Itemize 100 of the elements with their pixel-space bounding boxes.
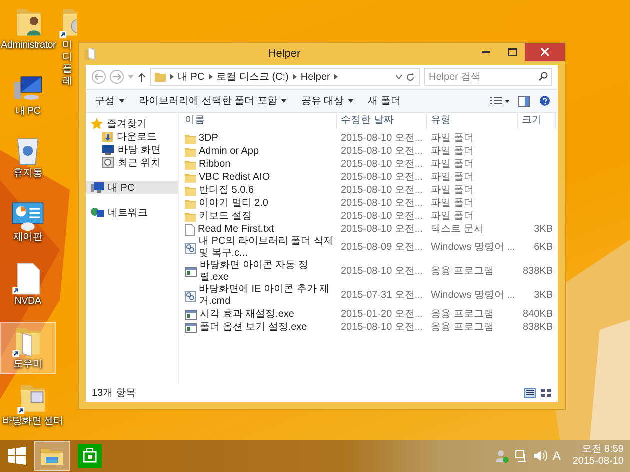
close-button[interactable] [525, 43, 565, 61]
file-name[interactable]: Ribbon [199, 158, 231, 170]
folder-icon [185, 198, 196, 208]
program-window-icon [185, 310, 197, 320]
program-window-icon [185, 267, 197, 277]
file-name[interactable]: 키보드 설정 [199, 210, 252, 222]
column-header[interactable]: 유형 [427, 113, 518, 129]
address-bar[interactable]: 내 PC 로컬 디스크 (C:) Helper [150, 68, 420, 86]
desktop-shortcut[interactable]: NVDA [0, 260, 56, 310]
folder-icon [155, 72, 166, 82]
date-cell-text: 2015-08-10 오전... [340, 210, 424, 222]
date-cell-text: 2015-08-10 오전... [340, 172, 424, 184]
nav-item[interactable]: 최근 위치 [86, 156, 178, 169]
toolbar-button[interactable]: 구성 [88, 91, 132, 111]
nav-item[interactable]: 즐겨찾기 [86, 117, 178, 130]
type-cell-text: 응용 프로그램 [430, 266, 495, 278]
file-name[interactable]: Read Me First.txt [198, 224, 274, 236]
caret-icon[interactable] [396, 75, 402, 79]
search-icon [539, 72, 548, 81]
nav-item[interactable]: 네트워크 [86, 206, 178, 219]
desktop-shortcut[interactable]: 제어판 [0, 196, 56, 246]
type-cell-text: 파일 폴더 [430, 158, 475, 170]
toolbar-button[interactable]: 새 폴더 [361, 91, 408, 111]
details-view-icon[interactable] [524, 388, 536, 398]
gears-document-icon [185, 290, 196, 302]
date-cell-text: 2015-08-10 오전... [340, 224, 424, 236]
size-cell-text: 840KB [522, 308, 554, 320]
chevron-icon [292, 74, 297, 80]
column-header[interactable]: 수정한 날짜 [337, 113, 427, 129]
folder-icon [41, 447, 63, 465]
window-title: Helper [267, 48, 302, 60]
file-name[interactable]: 시각 효과 재설정.exe [200, 308, 294, 320]
back-arrow-icon [95, 74, 103, 80]
caret-icon [348, 99, 354, 103]
minimize-icon [482, 51, 490, 53]
file-name[interactable]: 폴더 옵션 보기 설정.exe [200, 322, 308, 334]
help-icon[interactable] [540, 96, 550, 106]
download-folder-icon [102, 131, 113, 142]
file-name[interactable]: Admin or App [199, 146, 260, 158]
breadcrumb[interactable]: 로컬 디스크 (C:) [216, 70, 289, 84]
program-window-icon [185, 322, 197, 332]
nav-item[interactable]: 내 PC [86, 181, 178, 194]
date-cell-text: 2015-08-10 오전... [340, 266, 424, 278]
date-cell-text: 2015-01-20 오전... [340, 308, 424, 320]
chevron-icon [208, 74, 213, 80]
date-cell-text: 2015-08-10 오전... [340, 132, 424, 144]
recent-places-icon [102, 157, 114, 168]
folder-icon [185, 212, 196, 222]
refresh-icon[interactable] [406, 72, 415, 82]
type-cell-text: 응용 프로그램 [430, 308, 495, 320]
folder-icon [85, 48, 96, 60]
file-name[interactable]: 반디집 5.0.6 [199, 184, 254, 196]
file-name[interactable]: 3DP [199, 132, 218, 144]
large-icons-view-icon[interactable] [540, 388, 552, 398]
search-field[interactable]: Helper 검색 [424, 68, 552, 86]
maximize-icon [508, 48, 516, 56]
file-name[interactable]: 바탕화면 아이콘 자동 정렬.exe [200, 260, 337, 284]
network-icon [91, 207, 104, 218]
caret-icon [281, 99, 288, 103]
breadcrumb[interactable]: Helper [300, 72, 330, 82]
file-name[interactable]: 바탕화면에 IE 아이콘 추가 제거.cmd [199, 284, 337, 308]
size-cell-text: 3KB [533, 224, 554, 236]
toolbar-button[interactable]: 공유 대상 [294, 91, 362, 111]
type-cell-text: 파일 폴더 [430, 184, 475, 196]
date-cell-text: 2015-08-10 오전... [340, 184, 424, 196]
type-cell-text: Windows 명령어 ... [430, 290, 516, 302]
clock-time: 오전 8:59 [582, 444, 624, 456]
size-cell-text: 838KB [522, 266, 554, 278]
folder-icon [185, 160, 196, 170]
chevron-icon [334, 74, 338, 80]
view-options-icon[interactable] [490, 97, 510, 105]
nav-item[interactable]: 다운로드 [86, 130, 178, 143]
date-cell-text: 2015-08-10 오전... [340, 146, 424, 158]
date-cell-text: 2015-08-10 오전... [340, 322, 424, 334]
size-cell-text: 838KB [522, 322, 554, 334]
date-cell-text: 2015-08-10 오전... [340, 158, 424, 170]
nav-item[interactable]: 바탕 화면 [86, 143, 178, 156]
column-header[interactable]: 이름 [181, 113, 337, 129]
gears-document-icon [185, 242, 196, 254]
toolbar-button[interactable]: 라이브러리에 선택한 폴더 포함 [132, 91, 294, 111]
file-name[interactable]: 이야기 멀티 2.0 [199, 198, 268, 210]
document-icon [185, 224, 195, 236]
close-icon [541, 48, 549, 56]
up-arrow-icon[interactable] [138, 72, 146, 82]
type-cell-text: 파일 폴더 [430, 172, 475, 184]
column-header[interactable]: 크기 [518, 113, 556, 129]
forward-arrow-icon [113, 74, 121, 80]
size-cell-text: 6KB [533, 242, 554, 254]
type-cell-text: 파일 폴더 [430, 146, 475, 158]
preview-pane-icon[interactable] [518, 96, 530, 106]
folder-icon [185, 134, 196, 144]
type-cell-text: 텍스트 문서 [430, 224, 485, 236]
breadcrumb[interactable]: 내 PC [178, 70, 205, 84]
file-name[interactable]: 내 PC의 라이브러리 폴더 삭제 및 복구.c... [199, 236, 337, 260]
folder-icon [185, 186, 196, 196]
date-cell-text: 2015-07-31 오전... [340, 290, 424, 302]
windows-logo-icon [8, 447, 26, 465]
monitor-icon [102, 144, 114, 154]
file-name[interactable]: VBC Redist AIO [199, 172, 270, 184]
date-cell-text: 2015-08-10 오전... [340, 198, 424, 210]
